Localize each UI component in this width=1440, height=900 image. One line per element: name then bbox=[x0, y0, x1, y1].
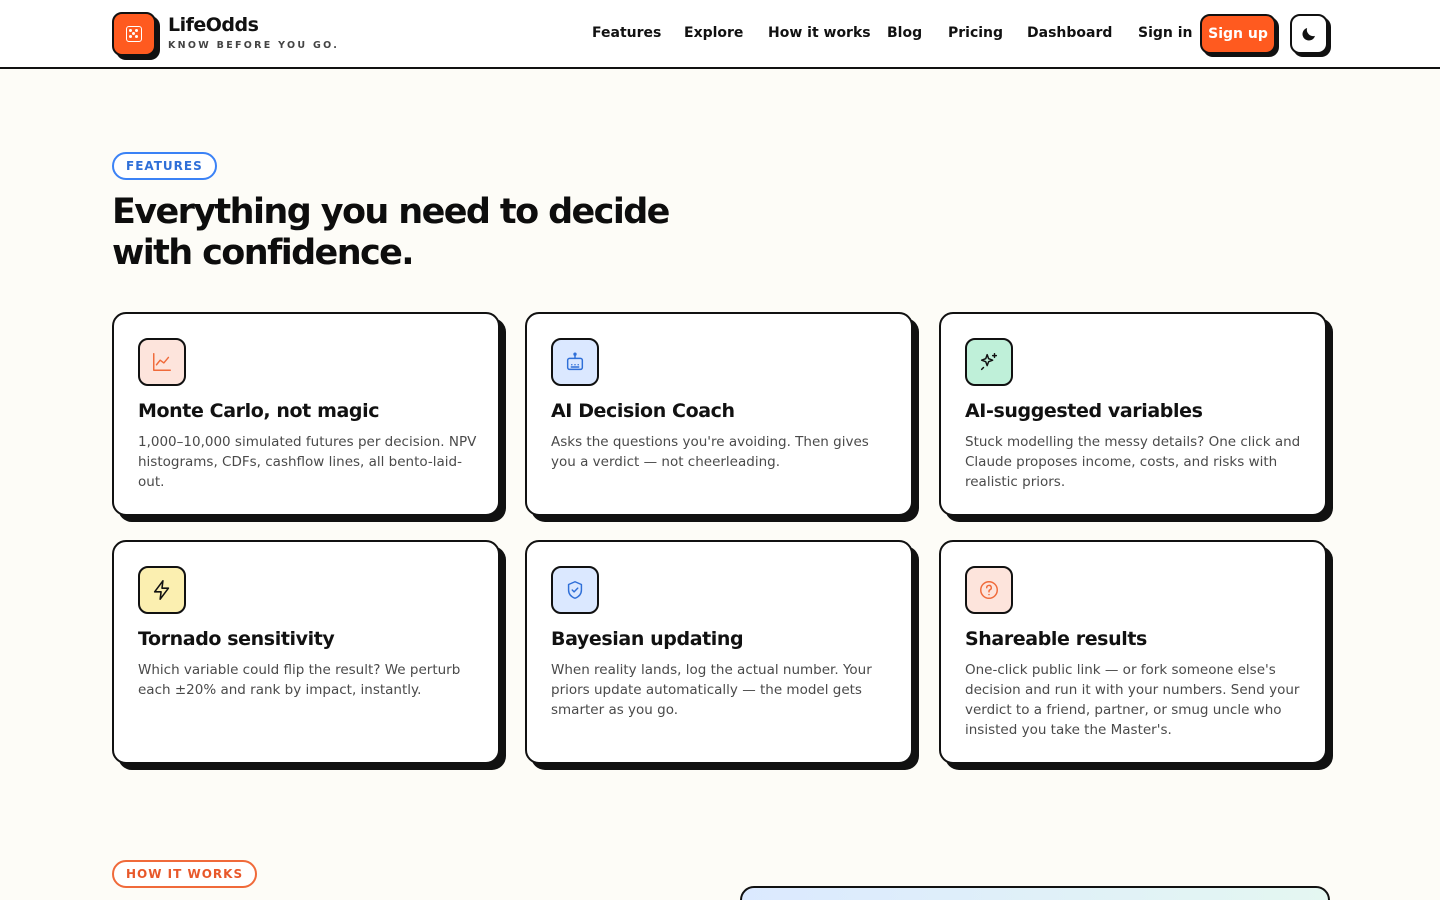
section-title: Everything you need to decide with confi… bbox=[112, 192, 670, 273]
nav-pricing[interactable]: Pricing bbox=[948, 25, 1003, 41]
nav-how-it-works[interactable]: How it works bbox=[768, 25, 871, 41]
nav-features[interactable]: Features bbox=[592, 25, 661, 41]
card-title: Shareable results bbox=[965, 628, 1147, 650]
line-chart-icon bbox=[138, 338, 186, 386]
logo-dice-icon[interactable] bbox=[112, 12, 156, 56]
card-title: Bayesian updating bbox=[551, 628, 744, 650]
feature-card-ai-variables: AI-suggested variables Stuck modelling t… bbox=[939, 312, 1327, 516]
shield-check-icon bbox=[551, 566, 599, 614]
card-title: AI-suggested variables bbox=[965, 400, 1203, 422]
nav-dashboard[interactable]: Dashboard bbox=[1027, 25, 1112, 41]
nav-blog[interactable]: Blog bbox=[887, 25, 922, 41]
top-navbar: LifeOdds KNOW BEFORE YOU GO. Features Ex… bbox=[0, 0, 1440, 69]
card-description: 1,000–10,000 simulated futures per decis… bbox=[138, 434, 477, 490]
dice-icon bbox=[126, 26, 142, 42]
feature-card-monte-carlo: Monte Carlo, not magic 1,000–10,000 simu… bbox=[112, 312, 500, 516]
robot-icon bbox=[551, 338, 599, 386]
nav-explore[interactable]: Explore bbox=[684, 25, 743, 41]
card-description: Which variable could flip the result? We… bbox=[138, 662, 461, 698]
brand-tagline: KNOW BEFORE YOU GO. bbox=[168, 40, 340, 51]
card-title: Tornado sensitivity bbox=[138, 628, 335, 650]
question-circle-icon bbox=[965, 566, 1013, 614]
card-description: When reality lands, log the actual numbe… bbox=[551, 662, 872, 718]
how-it-works-pill: HOW IT WORKS bbox=[112, 860, 258, 888]
how-it-works-preview-panel bbox=[740, 886, 1330, 900]
features-pill: FEATURES bbox=[112, 152, 217, 180]
sign-in-link[interactable]: Sign in bbox=[1138, 25, 1193, 41]
lightning-icon bbox=[138, 566, 186, 614]
feature-card-bayesian: Bayesian updating When reality lands, lo… bbox=[525, 540, 913, 764]
card-description: Asks the questions you're avoiding. Then… bbox=[551, 434, 869, 470]
card-description: One-click public link — or fork someone … bbox=[965, 662, 1300, 738]
card-title: AI Decision Coach bbox=[551, 400, 735, 422]
feature-card-ai-coach: AI Decision Coach Asks the questions you… bbox=[525, 312, 913, 516]
theme-toggle-button[interactable] bbox=[1290, 14, 1328, 54]
card-description: Stuck modelling the messy details? One c… bbox=[965, 434, 1301, 490]
feature-card-tornado: Tornado sensitivity Which variable could… bbox=[112, 540, 500, 764]
brand-name[interactable]: LifeOdds bbox=[168, 14, 259, 36]
feature-card-shareable: Shareable results One-click public link … bbox=[939, 540, 1327, 764]
card-title: Monte Carlo, not magic bbox=[138, 400, 380, 422]
sign-up-button[interactable]: Sign up bbox=[1200, 14, 1276, 54]
sparkles-icon bbox=[965, 338, 1013, 386]
moon-icon bbox=[1302, 28, 1315, 41]
